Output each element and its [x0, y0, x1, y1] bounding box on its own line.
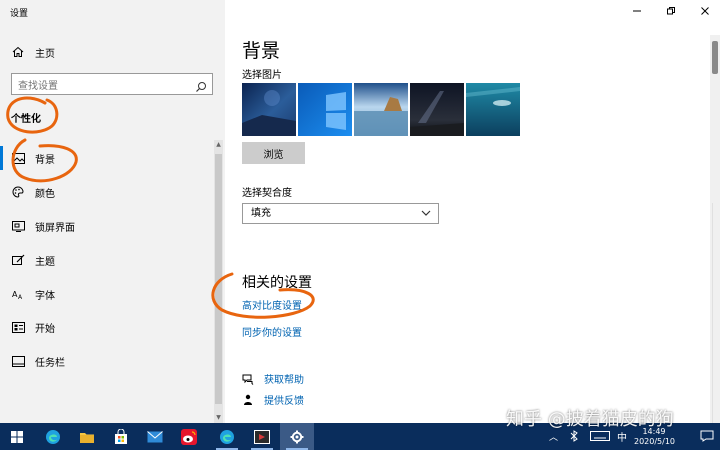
lockscreen-icon — [11, 219, 25, 233]
fit-dropdown[interactable]: 填充 — [242, 203, 439, 224]
start-button[interactable] — [0, 423, 34, 450]
wallpaper-thumbnail-5[interactable] — [466, 83, 520, 136]
film-icon — [254, 429, 270, 444]
scroll-up-arrow[interactable]: ▲ — [214, 140, 223, 150]
font-icon: AA — [11, 287, 25, 301]
search-icon[interactable] — [195, 78, 207, 92]
minimize-icon — [633, 10, 641, 12]
sidebar-item-label: 颜色 — [35, 188, 55, 200]
close-button[interactable] — [695, 3, 715, 19]
get-help-link[interactable]: 获取帮助 — [242, 371, 304, 386]
taskbar-video-editor[interactable] — [245, 423, 279, 450]
sidebar-item-background[interactable]: 背景 — [0, 144, 212, 172]
start-icon — [11, 320, 25, 334]
taskbar-store[interactable] — [104, 423, 138, 450]
taskbar-edge-2[interactable] — [210, 423, 244, 450]
nav-home-label: 主页 — [35, 48, 55, 60]
sidebar-item-label: 背景 — [35, 154, 55, 166]
tray-overflow-icon[interactable]: ︿ — [549, 430, 558, 443]
taskbar-settings[interactable] — [280, 423, 314, 450]
edge-icon — [220, 429, 234, 444]
scrollbar-thumb[interactable] — [215, 154, 222, 404]
sidebar-item-label: 字体 — [35, 290, 55, 302]
watermark: 知乎 @披着猫皮的狗 — [506, 409, 674, 430]
bluetooth-icon[interactable] — [570, 430, 578, 442]
minimize-button[interactable] — [627, 3, 647, 19]
taskbar-edge[interactable] — [36, 423, 70, 450]
sidebar-item-label: 任务栏 — [35, 357, 65, 369]
fit-dropdown-value: 填充 — [251, 208, 271, 219]
sidebar-item-themes[interactable]: 主题 — [0, 246, 212, 274]
page-title: 背景 — [242, 40, 281, 62]
svg-text:A: A — [18, 294, 23, 300]
content-scrollbar[interactable] — [710, 35, 720, 443]
chevron-down-icon — [421, 210, 431, 216]
fit-label: 选择契合度 — [242, 188, 292, 199]
get-help-label: 获取帮助 — [264, 375, 304, 386]
nav-home[interactable]: 主页 — [0, 38, 212, 66]
sidebar-item-start[interactable]: 开始 — [0, 313, 212, 341]
choose-picture-label: 选择图片 — [242, 70, 282, 81]
notification-icon[interactable] — [700, 430, 714, 442]
sidebar-item-lockscreen[interactable]: 锁屏界面 — [0, 212, 212, 240]
sidebar-item-fonts[interactable]: AA 字体 — [0, 280, 212, 308]
palette-icon — [11, 185, 25, 199]
wallpaper-thumbnail-1[interactable] — [242, 83, 296, 136]
wallpaper-thumbnail-2[interactable] — [298, 83, 352, 136]
browse-button[interactable]: 浏览 — [242, 142, 305, 164]
sidebar-item-label: 锁屏界面 — [35, 222, 75, 234]
weibo-icon — [181, 428, 197, 445]
store-icon — [115, 428, 127, 444]
picture-icon — [11, 151, 25, 165]
edge-icon — [46, 429, 60, 444]
section-title: 个性化 — [11, 114, 41, 125]
search-input[interactable] — [12, 76, 182, 97]
feedback-link[interactable]: 提供反馈 — [242, 392, 304, 407]
wallpaper-thumbnail-4[interactable] — [410, 83, 464, 136]
sidebar-item-colors[interactable]: 颜色 — [0, 178, 212, 206]
settings-content: 背景 选择图片 浏览 选择契合度 填充 相关的设置 高对比度设置 同步你的设置 … — [225, 0, 720, 443]
gear-icon — [290, 430, 304, 443]
feedback-label: 提供反馈 — [264, 396, 304, 407]
keyboard-icon[interactable] — [590, 431, 610, 441]
sidebar-item-label: 主题 — [35, 256, 55, 268]
taskbar-file-explorer[interactable] — [70, 423, 104, 450]
scroll-down-arrow[interactable]: ▼ — [214, 413, 223, 423]
restore-icon — [667, 7, 675, 15]
ime-indicator[interactable]: 中 — [617, 429, 627, 444]
mail-icon — [147, 430, 163, 442]
close-icon — [701, 7, 709, 15]
taskbar-mail[interactable] — [138, 423, 172, 450]
sync-settings-link[interactable]: 同步你的设置 — [242, 324, 302, 339]
feedback-icon — [244, 394, 252, 405]
folder-icon — [80, 432, 94, 443]
wallpaper-thumbnail-3[interactable] — [354, 83, 408, 136]
windows-icon — [11, 430, 23, 443]
taskbar-icon — [11, 354, 25, 368]
app-title: 设置 — [10, 9, 29, 19]
related-settings-title: 相关的设置 — [242, 275, 312, 291]
scrollbar-track — [712, 203, 718, 443]
high-contrast-link[interactable]: 高对比度设置 — [242, 297, 302, 312]
taskbar-weibo[interactable] — [172, 423, 206, 450]
sidebar-item-label: 开始 — [35, 323, 55, 335]
clock-date: 2020/5/10 — [634, 437, 676, 446]
sidebar-scrollbar[interactable]: ▲ ▼ — [214, 140, 223, 423]
sidebar-item-taskbar[interactable]: 任务栏 — [0, 347, 212, 375]
settings-sidebar: 设置 主页 个性化 背景 颜色 锁屏界面 主题 — [0, 0, 225, 423]
scrollbar-thumb[interactable] — [712, 41, 718, 74]
theme-icon — [11, 253, 25, 267]
home-icon — [11, 45, 25, 59]
maximize-button[interactable] — [661, 3, 681, 19]
chat-help-icon — [242, 374, 254, 385]
search-field[interactable] — [11, 73, 213, 97]
